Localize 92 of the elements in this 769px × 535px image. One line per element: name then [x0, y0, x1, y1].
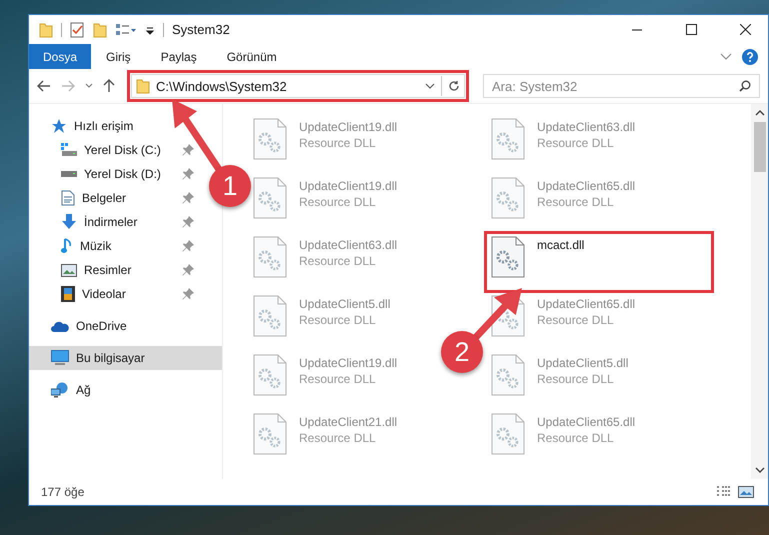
up-arrow-icon[interactable] — [103, 79, 115, 93]
document-icon — [61, 190, 75, 206]
minimize-icon — [632, 28, 642, 30]
file-name: mcact.dll — [537, 238, 584, 252]
file-name: UpdateClient63.dll — [299, 238, 398, 252]
gear-file-icon — [253, 354, 287, 396]
ribbon-tab[interactable]: Dosya — [29, 44, 92, 69]
recent-caret-icon[interactable] — [85, 83, 93, 89]
file-name: UpdateClient65.dll — [537, 179, 636, 193]
download-arrow-icon — [61, 214, 77, 230]
sidebar-item[interactable]: Ağ — [29, 378, 200, 402]
star-icon — [51, 118, 67, 134]
gear-file-icon — [491, 236, 525, 278]
music-note-icon — [61, 238, 73, 254]
file-name: UpdateClient21.dll — [299, 415, 398, 429]
pin-icon[interactable] — [182, 192, 194, 204]
picture-icon — [61, 264, 77, 276]
ribbon-tab[interactable]: Giriş — [91, 44, 146, 69]
sidebar-item[interactable]: İndirmeler — [29, 210, 200, 234]
file-item[interactable]: mcact.dll — [487, 234, 711, 290]
back-arrow-icon[interactable] — [37, 80, 51, 92]
sidebar-item[interactable]: OneDrive — [29, 314, 200, 338]
refresh-icon[interactable] — [448, 80, 460, 92]
pin-icon[interactable] — [182, 168, 194, 180]
tiles-view-icon[interactable] — [738, 486, 754, 498]
gear-file-icon — [253, 118, 287, 160]
gear-file-icon — [253, 413, 287, 455]
film-strip-icon — [61, 286, 75, 302]
gear-file-icon — [253, 236, 287, 278]
cloud-icon — [51, 320, 69, 332]
network-globe-icon — [51, 382, 69, 398]
ribbon-tab[interactable]: Paylaş — [146, 44, 212, 69]
file-name: UpdateClient65.dll — [537, 415, 636, 429]
scroll-up-icon[interactable] — [754, 110, 764, 116]
file-type: Resource DLL — [537, 372, 615, 386]
pin-icon[interactable] — [182, 216, 194, 228]
window-title: System32 — [172, 22, 230, 37]
file-name: UpdateClient19.dll — [299, 356, 398, 370]
pin-icon[interactable] — [182, 288, 194, 300]
pin-icon[interactable] — [182, 240, 194, 252]
address-path: C:\Windows\System32 — [156, 78, 288, 94]
sidebar-item[interactable]: Bu bilgisayar — [29, 346, 222, 370]
file-type: Resource DLL — [299, 313, 377, 327]
file-type: Resource DLL — [299, 431, 377, 445]
drive-icon — [61, 171, 77, 177]
file-name: UpdateClient65.dll — [537, 297, 636, 311]
file-name: UpdateClient19.dll — [299, 120, 398, 134]
sidebar-item[interactable]: Hızlı erişim — [29, 114, 200, 138]
file-type: Resource DLL — [537, 195, 615, 209]
sidebar-item[interactable]: Yerel Disk (C:) — [29, 138, 200, 162]
file-type: Resource DLL — [537, 313, 615, 327]
dropdown-caret-icon[interactable] — [425, 83, 435, 89]
gear-file-icon — [253, 295, 287, 337]
file-name: UpdateClient5.dll — [299, 297, 390, 311]
file-type: Resource DLL — [299, 254, 377, 268]
scroll-thumb[interactable] — [754, 122, 766, 172]
sidebar-item[interactable]: Müzik — [29, 234, 200, 258]
file-name: UpdateClient63.dll — [537, 120, 636, 134]
scroll-down-icon[interactable] — [754, 467, 764, 473]
ribbon-tab[interactable]: Görünüm — [212, 44, 292, 69]
file-type: Resource DLL — [299, 372, 377, 386]
scrollbar[interactable] — [751, 104, 768, 479]
gear-file-icon — [491, 413, 525, 455]
file-type: Resource DLL — [537, 136, 615, 150]
maximize-icon — [686, 24, 696, 35]
monitor-icon — [51, 350, 69, 366]
item-count: 177 öğe — [41, 485, 84, 499]
view-list-icon[interactable] — [115, 22, 137, 38]
file-type: Resource DLL — [299, 195, 377, 209]
sidebar-item[interactable]: Yerel Disk (D:) — [29, 162, 200, 186]
gear-file-icon — [491, 118, 525, 160]
file-type: Resource DLL — [537, 431, 615, 445]
close-icon — [740, 24, 750, 35]
pin-icon[interactable] — [182, 144, 194, 156]
file-type: Resource DLL — [299, 136, 377, 150]
gear-file-icon — [253, 177, 287, 219]
pin-icon[interactable] — [182, 264, 194, 276]
search-icon[interactable] — [739, 80, 751, 92]
file-name: UpdateClient5.dll — [537, 356, 628, 370]
properties-check-icon[interactable] — [70, 22, 85, 38]
expand-ribbon-icon[interactable] — [720, 52, 732, 60]
gear-file-icon — [491, 177, 525, 219]
search-field[interactable]: Ara: System32 — [483, 74, 760, 98]
system-drive-icon — [61, 143, 77, 157]
sidebar-item[interactable]: Belgeler — [29, 186, 200, 210]
help-icon[interactable] — [742, 48, 758, 64]
gear-file-icon — [491, 354, 525, 396]
sidebar-item[interactable]: Resimler — [29, 258, 200, 282]
folder-icon — [136, 78, 150, 94]
sidebar-item[interactable]: Videolar — [29, 282, 200, 306]
details-view-icon[interactable] — [716, 486, 732, 498]
file-name: UpdateClient19.dll — [299, 179, 398, 193]
